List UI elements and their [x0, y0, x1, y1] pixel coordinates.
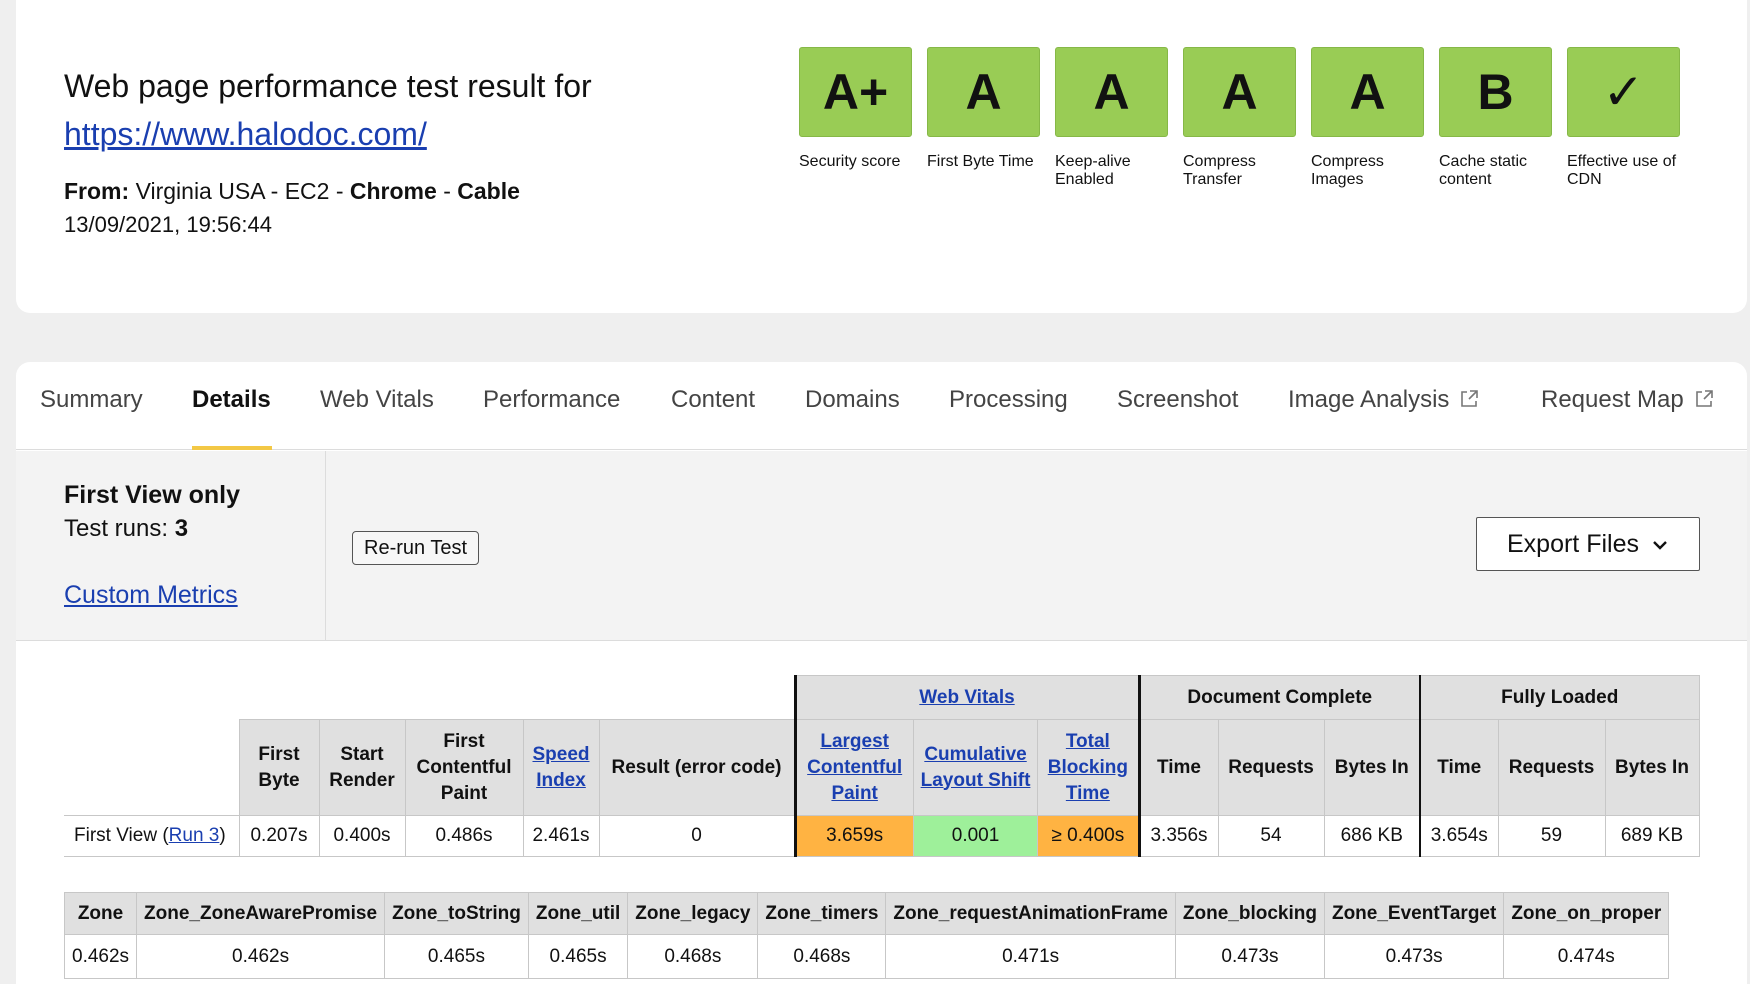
col-zone-util: Zone_util: [527, 892, 629, 935]
grade-keep-alive[interactable]: A Keep-alive Enabled: [1055, 47, 1168, 189]
col-zone-on-proper: Zone_on_proper: [1503, 892, 1670, 935]
grade-security[interactable]: A+ Security score: [799, 47, 912, 189]
grade-keep-alive-label: Keep-alive Enabled: [1055, 153, 1131, 188]
browser-text: Chrome: [349, 178, 437, 204]
value-zone-tostring: 0.465s: [384, 934, 529, 979]
value-zone-raf: 0.471s: [885, 934, 1176, 979]
col-zone-timers: Zone_timers: [757, 892, 887, 935]
from-label: From:: [64, 178, 130, 204]
grade-security-label: Security score: [799, 153, 901, 170]
table-row: 0.462s 0.462s 0.465s 0.465s 0.468s 0.468…: [63, 934, 1670, 979]
grade-cache-static-value: B: [1439, 47, 1552, 137]
col-zone-eventtarget: Zone_EventTarget: [1323, 892, 1505, 935]
custom-metrics-table: Zone Zone_ZoneAwarePromise Zone_toString…: [63, 892, 1670, 979]
grade-cdn-label: Effective use of CDN: [1567, 153, 1677, 188]
grade-compress-transfer-value: A: [1183, 47, 1296, 137]
col-zone-raf: Zone_requestAnimationFrame: [885, 892, 1176, 935]
col-zone-blocking: Zone_blocking: [1174, 892, 1325, 935]
grade-cache-static[interactable]: B Cache static content: [1439, 47, 1552, 189]
grade-keep-alive-value: A: [1055, 47, 1168, 137]
grade-cache-static-label: Cache static content: [1439, 153, 1528, 188]
test-summary-card: Web page performance test result for htt…: [16, 0, 1747, 313]
custom-metrics-clip: Zone Zone_ZoneAwarePromise Zone_toString…: [16, 362, 1716, 984]
grade-compress-images-value: A: [1311, 47, 1424, 137]
grade-compress-images[interactable]: A Compress Images: [1311, 47, 1424, 189]
grade-compress-transfer-label: Compress Transfer: [1183, 153, 1256, 188]
value-zone-promise: 0.462s: [136, 934, 386, 979]
value-zone-on-proper: 0.474s: [1503, 934, 1670, 979]
location-text: Virginia USA - EC2 -: [135, 178, 344, 204]
grade-cdn[interactable]: ✓ Effective use of CDN: [1567, 47, 1680, 189]
value-zone-timers: 0.468s: [757, 934, 887, 979]
value-zone: 0.462s: [63, 934, 138, 979]
value-zone-util: 0.465s: [527, 934, 629, 979]
test-datetime: 13/09/2021, 19:56:44: [64, 212, 272, 237]
value-zone-eventtarget: 0.473s: [1323, 934, 1505, 979]
test-location: From: Virginia USA - EC2 - Chrome - Cabl…: [64, 178, 520, 205]
grade-list: A+ Security score A First Byte Time A Ke…: [799, 47, 1680, 189]
grade-security-value: A+: [799, 47, 912, 137]
grade-first-byte-value: A: [927, 47, 1040, 137]
connection-text: Cable: [457, 178, 520, 204]
col-zone: Zone: [63, 892, 138, 935]
page-title: Web page performance test result for: [64, 68, 592, 104]
grade-first-byte[interactable]: A First Byte Time: [927, 47, 1040, 189]
col-zone-promise: Zone_ZoneAwarePromise: [136, 892, 386, 935]
grade-compress-images-label: Compress Images: [1311, 153, 1384, 188]
value-zone-blocking: 0.473s: [1174, 934, 1325, 979]
value-zone-legacy: 0.468s: [627, 934, 759, 979]
col-zone-tostring: Zone_toString: [384, 892, 529, 935]
grade-first-byte-label: First Byte Time: [927, 153, 1034, 170]
grade-compress-transfer[interactable]: A Compress Transfer: [1183, 47, 1296, 189]
grade-cdn-value: ✓: [1567, 47, 1680, 137]
col-zone-legacy: Zone_legacy: [627, 892, 759, 935]
details-card: Summary Details Web Vitals Performance C…: [16, 362, 1747, 984]
separator: -: [443, 178, 451, 204]
tested-url-link[interactable]: https://www.halodoc.com/: [64, 116, 427, 153]
